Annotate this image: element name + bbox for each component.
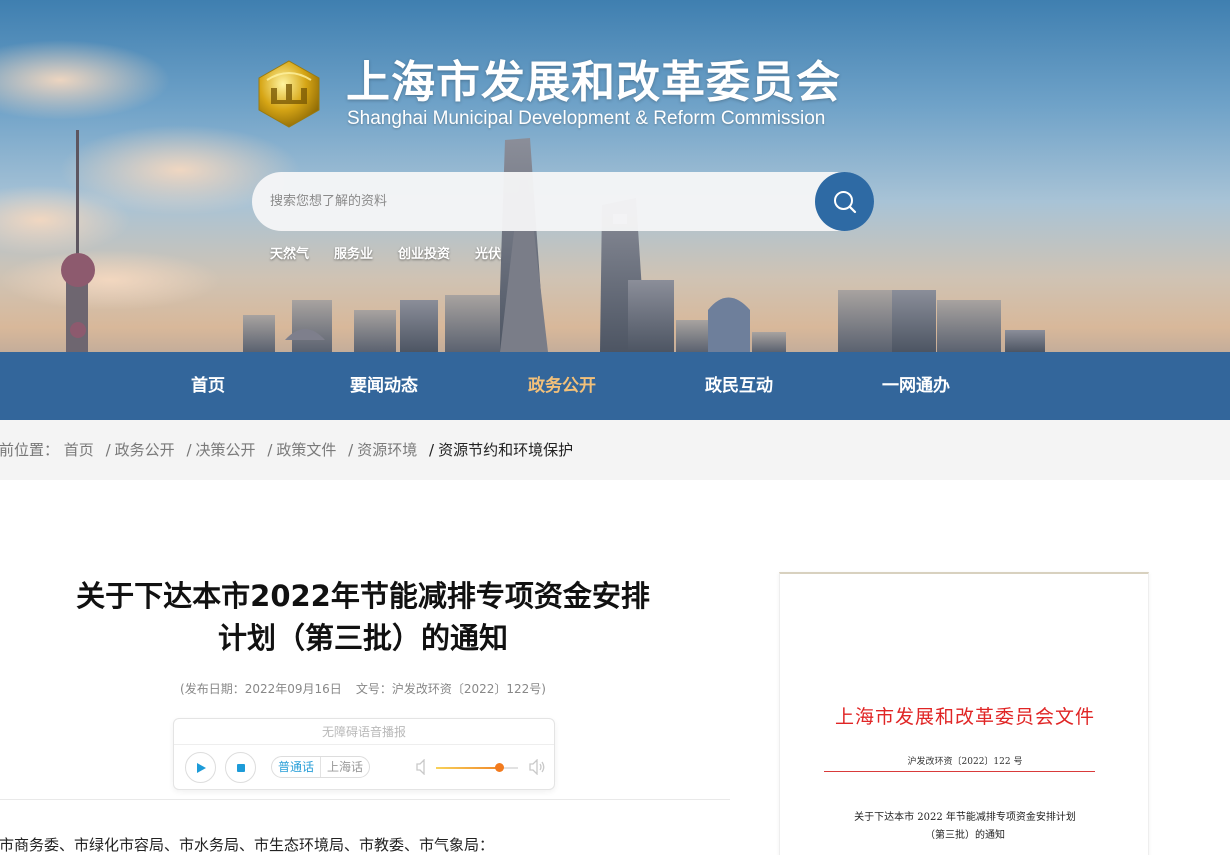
hot-keyword-link[interactable]: 光伏	[475, 243, 501, 262]
breadcrumb-item[interactable]: 政策文件	[276, 441, 336, 459]
document-title: 关于下达本市 2022 年节能减排专项资金安排计划 （第三批）的通知	[780, 809, 1150, 845]
breadcrumb-separator: /	[429, 441, 435, 459]
site-subtitle: Shanghai Municipal Development & Reform …	[347, 108, 826, 129]
stop-button[interactable]	[225, 752, 256, 783]
breadcrumb-item[interactable]: 决策公开	[196, 441, 256, 459]
hot-keyword-link[interactable]: 天然气	[270, 243, 309, 262]
audio-player: 无障碍语音播报 普通话 上海话	[173, 718, 555, 790]
breadcrumb-item-current: 资源节约和环境保护	[438, 441, 574, 459]
stop-icon	[236, 763, 245, 772]
breadcrumb-separator: /	[348, 441, 354, 459]
language-toggle: 普通话 上海话	[271, 756, 371, 778]
breadcrumb-item[interactable]: 政务公开	[115, 441, 175, 459]
article-recipients: 市商务委、市绿化市容局、市水务局、市生态环境局、市教委、市气象局：	[0, 836, 495, 854]
site-title: 上海市发展和改革委员会	[346, 57, 841, 108]
search-input[interactable]	[270, 172, 810, 231]
breadcrumb: 前位置： 首页 / 政务公开 / 决策公开 / 政策文件 / 资源环境 / 资源节约和环境…	[0, 420, 573, 480]
document-title-line: （第三批）的通知	[925, 830, 1005, 841]
breadcrumb-separator: /	[186, 441, 192, 459]
breadcrumb-prefix: 前位置：	[0, 441, 60, 459]
volume-up-icon[interactable]	[528, 759, 546, 775]
volume-slider[interactable]	[436, 763, 518, 772]
lang-option-shanghainese[interactable]: 上海话	[320, 757, 369, 777]
publish-date: (发布日期：2022年09月16日	[180, 682, 342, 696]
document-number: 文号：沪发改环资〔2022〕122号)	[355, 682, 546, 696]
article-title-line: 计划（第三批）的通知	[217, 621, 508, 655]
main-nav: 首页 要闻动态 政务公开 政民互动 一网通办	[0, 352, 1230, 420]
volume-slider-fill	[436, 767, 500, 769]
breadcrumb-separator: /	[105, 441, 111, 459]
breadcrumb-separator: /	[267, 441, 273, 459]
document-red-line	[824, 771, 1095, 772]
audio-player-title: 无障碍语音播报	[174, 719, 554, 745]
hot-keywords: 天然气 服务业 创业投资 光伏	[270, 243, 526, 262]
breadcrumb-bar: 前位置： 首页 / 政务公开 / 决策公开 / 政策文件 / 资源环境 / 资源节约和环境…	[0, 420, 1230, 480]
breadcrumb-item[interactable]: 资源环境	[357, 441, 417, 459]
nav-item-home[interactable]: 首页	[191, 352, 225, 420]
lang-option-mandarin[interactable]: 普通话	[272, 757, 320, 777]
nav-item-interaction[interactable]: 政民互动	[705, 352, 773, 420]
volume-down-icon[interactable]	[415, 759, 429, 775]
document-number-line: 沪发改环资〔2022〕122 号	[907, 757, 1023, 767]
shanghai-drc-emblem-icon	[258, 60, 320, 128]
search-bar	[252, 172, 874, 231]
article-title-line: 关于下达本市2022年节能减排专项资金安排	[76, 579, 650, 613]
nav-item-government-affairs[interactable]: 政务公开	[528, 352, 596, 420]
nav-item-online-services[interactable]: 一网通办	[882, 352, 950, 420]
nav-item-news[interactable]: 要闻动态	[350, 352, 418, 420]
hot-keyword-link[interactable]: 创业投资	[398, 243, 450, 262]
hot-keyword-link[interactable]: 服务业	[334, 243, 373, 262]
document-preview[interactable]: 上海市发展和改革委员会文件 沪发改环资〔2022〕122 号 关于下达本市 20…	[779, 572, 1149, 855]
breadcrumb-item-home[interactable]: 首页	[64, 441, 94, 459]
search-button[interactable]	[815, 172, 874, 231]
search-icon	[833, 190, 856, 213]
article-title: 关于下达本市2022年节能减排专项资金安排 计划（第三批）的通知	[60, 575, 666, 659]
site-header: 上海市发展和改革委员会 Shanghai Municipal Developme…	[0, 0, 1230, 420]
article-meta: (发布日期：2022年09月16日 文号：沪发改环资〔2022〕122号)	[60, 680, 666, 697]
play-button[interactable]	[185, 752, 216, 783]
document-title-line: 关于下达本市 2022 年节能减排专项资金安排计划	[854, 812, 1076, 823]
document-issuer: 上海市发展和改革委员会文件	[834, 706, 1095, 728]
volume-slider-handle[interactable]	[495, 763, 505, 772]
content-divider	[0, 799, 730, 800]
play-icon	[196, 762, 206, 773]
